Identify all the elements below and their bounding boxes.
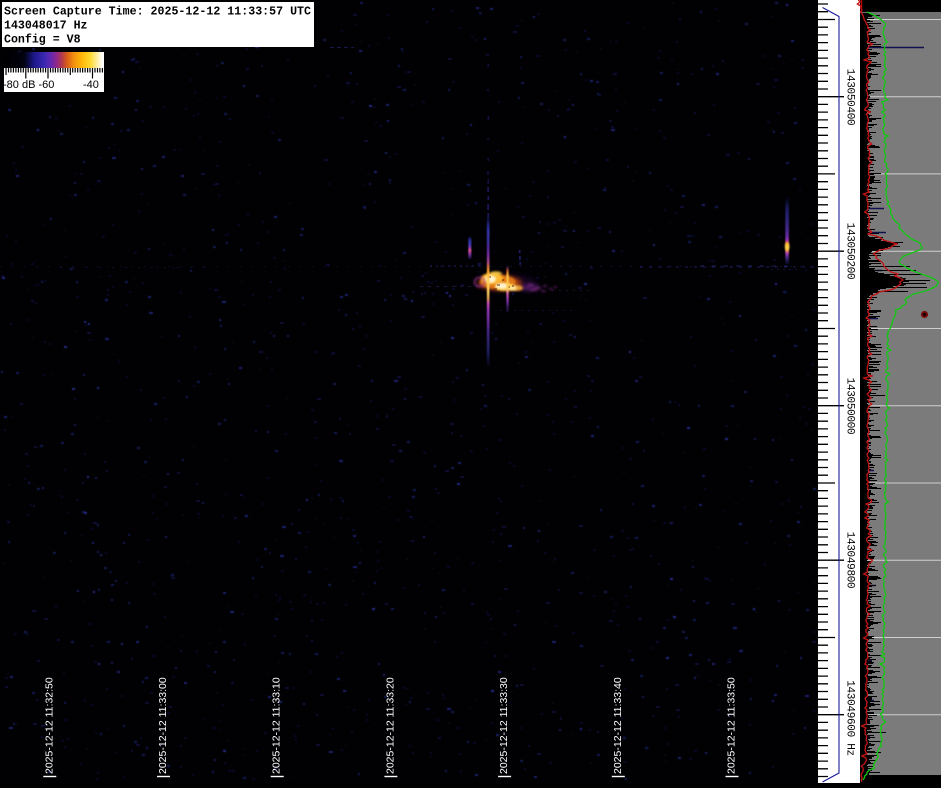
svg-text:Screen Capture Time: 2025-12-1: Screen Capture Time: 2025-12-12 11:33:57…	[4, 6, 311, 19]
svg-text:2025-12-12 11:32:50: 2025-12-12 11:32:50	[43, 677, 55, 774]
svg-text:143049600 Hz: 143049600 Hz	[844, 680, 856, 756]
svg-text:143050000: 143050000	[844, 378, 856, 435]
svg-text:2025-12-12 11:33:40: 2025-12-12 11:33:40	[612, 677, 624, 774]
svg-text:2025-12-12 11:33:10: 2025-12-12 11:33:10	[271, 677, 283, 774]
svg-text:2025-12-12 11:33:20: 2025-12-12 11:33:20	[384, 677, 396, 774]
svg-text:2025-12-12 11:33:50: 2025-12-12 11:33:50	[726, 677, 738, 774]
svg-text:-80 dB -60: -80 dB -60	[3, 79, 54, 91]
svg-text:2025-12-12 11:33:30: 2025-12-12 11:33:30	[498, 677, 510, 774]
svg-text:143050200: 143050200	[844, 223, 856, 280]
svg-text:143049800: 143049800	[844, 532, 856, 589]
svg-text:-40: -40	[83, 79, 99, 91]
svg-text:143050400: 143050400	[844, 69, 856, 126]
svg-text:143048017 Hz: 143048017 Hz	[4, 20, 88, 33]
svg-text:Config = V8: Config = V8	[4, 34, 81, 47]
svg-text:2025-12-12 11:33:00: 2025-12-12 11:33:00	[157, 677, 169, 774]
